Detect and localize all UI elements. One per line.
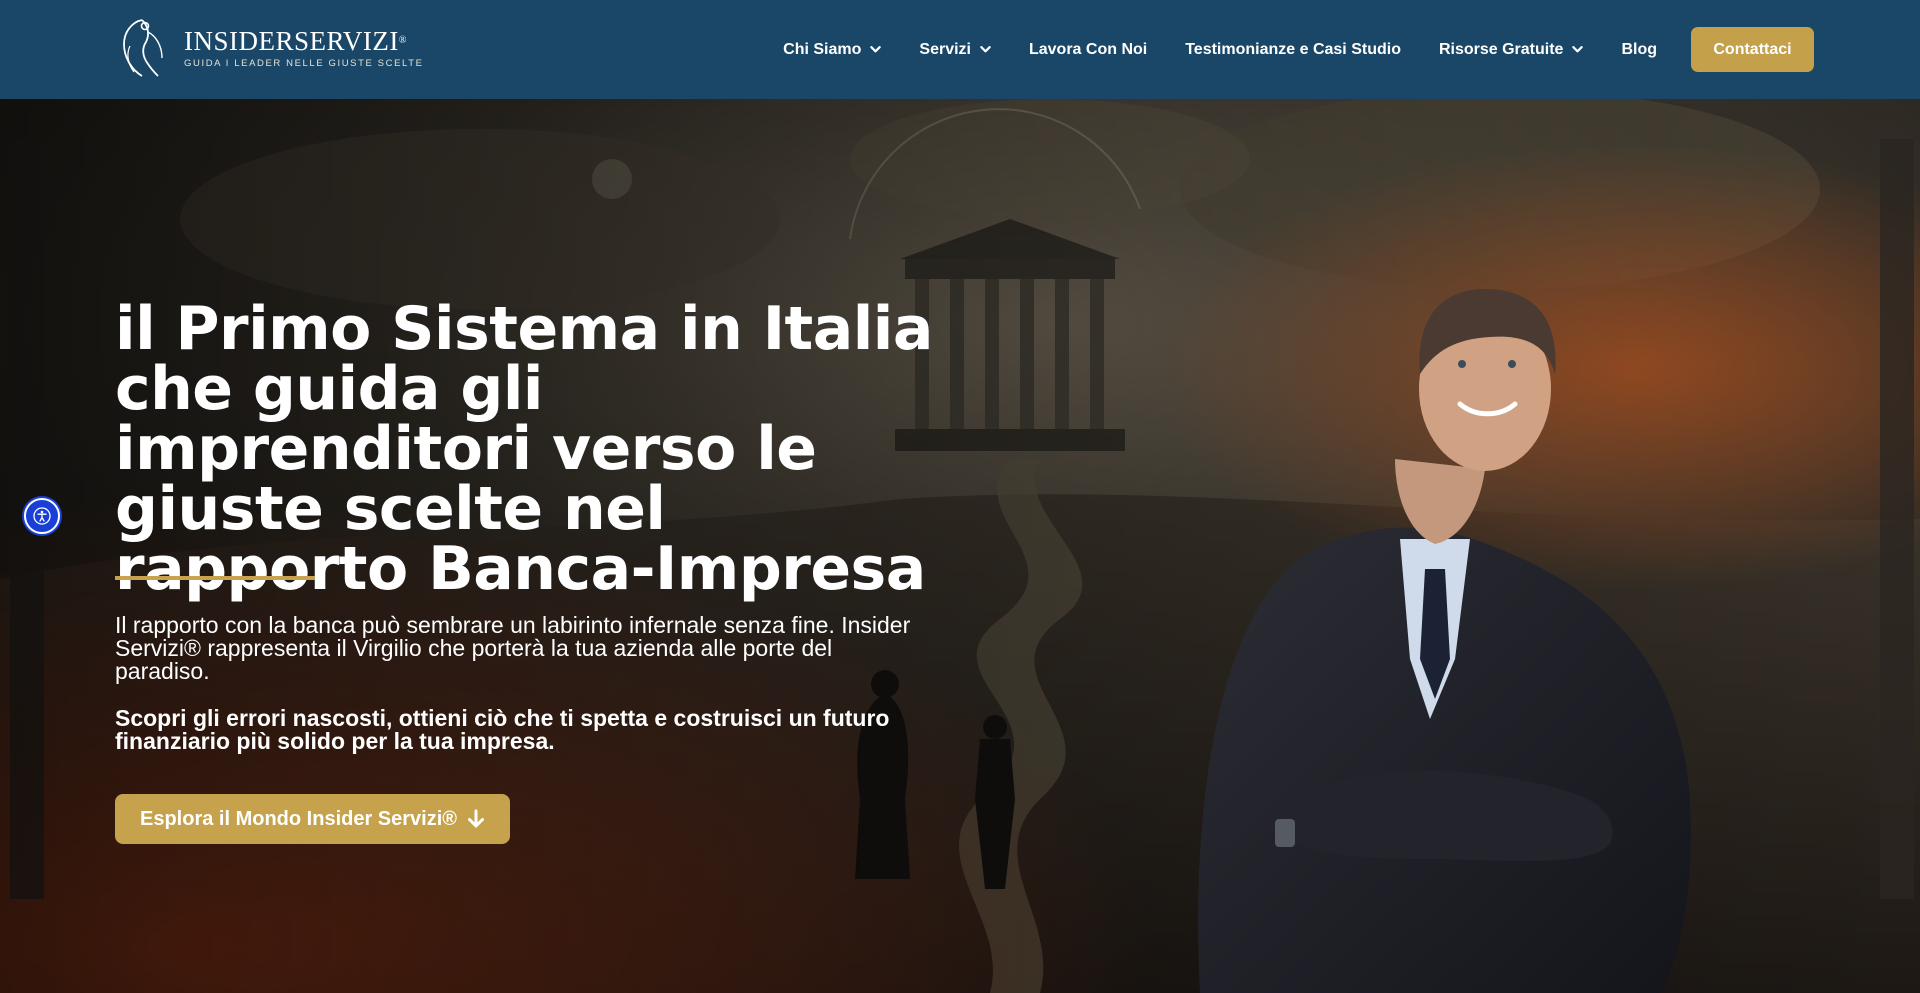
nav-item-blog[interactable]: Blog bbox=[1621, 41, 1657, 59]
chevron-down-icon bbox=[1572, 46, 1584, 53]
nav-item-chi-siamo[interactable]: Chi Siamo bbox=[783, 40, 882, 59]
explore-button[interactable]: Esplora il Mondo Insider Servizi® bbox=[115, 794, 510, 844]
hero-title: il Primo Sistema in Italia che guida gli… bbox=[115, 294, 933, 604]
arrow-down-icon bbox=[468, 809, 485, 828]
nav-item-risorse-gratuite[interactable]: Risorse Gratuite bbox=[1438, 40, 1584, 59]
contact-button[interactable]: Contattaci bbox=[1691, 27, 1814, 72]
accessibility-button[interactable] bbox=[24, 498, 60, 534]
accessibility-icon bbox=[33, 507, 51, 525]
site-logo[interactable]: INSIDERSERVIZI® GUIDA I LEADER NELLE GIU… bbox=[112, 16, 424, 80]
nav-item-label: Testimonianze e Casi Studio bbox=[1185, 40, 1401, 58]
registered-mark: ® bbox=[398, 35, 407, 46]
brand-name: INSIDERSERVIZI bbox=[184, 26, 399, 56]
nav-item-testimonianze[interactable]: Testimonianze e Casi Studio bbox=[1185, 41, 1401, 59]
brand-tagline: GUIDA I LEADER NELLE GIUSTE SCELTE bbox=[184, 58, 424, 69]
chevron-down-icon bbox=[980, 46, 991, 53]
nav-item-lavora-con-noi[interactable]: Lavora Con Noi bbox=[1029, 41, 1147, 59]
angel-logo-icon bbox=[123, 19, 163, 77]
hero-paragraph: Il rapporto con la banca può sembrare un… bbox=[115, 612, 911, 684]
explore-button-label: Esplora il Mondo Insider Servizi® bbox=[140, 807, 458, 830]
hero-paragraph-bold: Scopri gli errori nascosti, ottieni ciò … bbox=[115, 705, 890, 754]
nav-item-label: Chi Siamo bbox=[783, 40, 862, 58]
nav-item-label: Lavora Con Noi bbox=[1028, 40, 1148, 58]
nav-item-label: Servizi bbox=[919, 40, 971, 58]
site-header: INSIDERSERVIZI® GUIDA I LEADER NELLE GIU… bbox=[0, 0, 1920, 99]
nav-item-servizi[interactable]: Servizi bbox=[919, 41, 991, 59]
gold-divider bbox=[115, 576, 315, 580]
main-nav: Chi Siamo Servizi Lavora Con Noi Testimo… bbox=[783, 0, 1814, 99]
nav-item-label: Risorse Gratuite bbox=[1438, 40, 1564, 58]
nav-item-label: Blog bbox=[1621, 40, 1657, 58]
hero-section: il Primo Sistema in Italia che guida gli… bbox=[0, 99, 1920, 993]
chevron-down-icon bbox=[870, 46, 882, 53]
